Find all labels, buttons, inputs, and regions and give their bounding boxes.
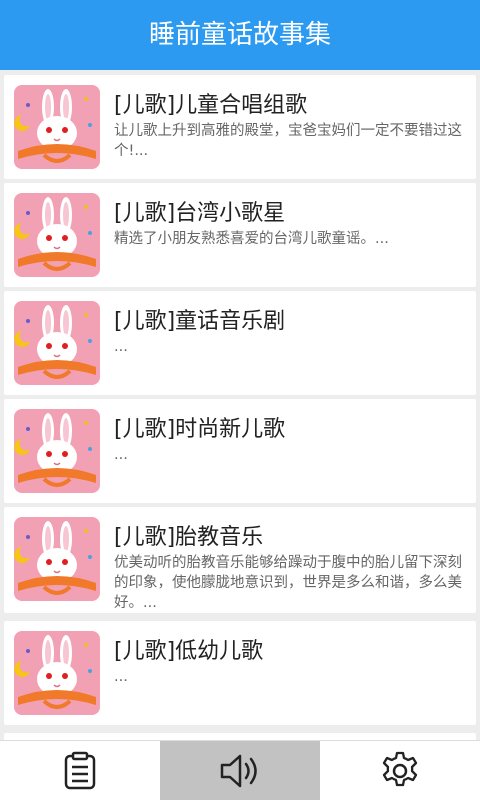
speaker-icon: [220, 754, 257, 788]
item-title: [儿歌]低幼儿歌: [114, 639, 264, 664]
page-title: 睡前童话故事集: [148, 20, 331, 50]
app-title-bar: 睡前童话故事集: [0, 0, 480, 70]
item-description: ...: [114, 669, 128, 685]
list-item[interactable]: [儿歌]低幼儿歌 ...: [4, 621, 476, 725]
bunny-thumbnail: [14, 631, 100, 715]
list-item[interactable]: [儿歌]台湾小歌星 精选了小朋友熟悉喜爱的台湾儿歌童谣。...: [4, 183, 476, 287]
tab-audio[interactable]: [160, 741, 320, 800]
bunny-book-icon: [14, 409, 100, 493]
bunny-book-icon: [14, 85, 100, 169]
bunny-book-icon: [14, 631, 100, 715]
item-description: 让儿歌上升到高雅的殿堂，宝爸宝妈们一定不要错过这个!...: [114, 123, 462, 159]
item-description: ...: [114, 447, 128, 463]
item-description: 优美动听的胎教音乐能够给躁动于腹中的胎儿留下深刻的印象，使他朦胧地意识到，世界是…: [114, 555, 462, 611]
bottom-tab-bar: [0, 740, 480, 800]
item-title: [儿歌]台湾小歌星: [114, 201, 286, 226]
item-description: 精选了小朋友熟悉喜爱的台湾儿歌童谣。...: [114, 231, 389, 247]
bunny-thumbnail: [14, 85, 100, 169]
list-item[interactable]: [儿歌]时尚新儿歌 ...: [4, 399, 476, 503]
bunny-thumbnail: [14, 517, 100, 601]
bunny-book-icon: [14, 517, 100, 601]
tab-list[interactable]: [0, 741, 160, 800]
story-list[interactable]: [儿歌]儿童合唱组歌 让儿歌上升到高雅的殿堂，宝爸宝妈们一定不要错过这个!...…: [0, 70, 480, 740]
bunny-thumbnail: [14, 193, 100, 277]
list-item[interactable]: [儿歌]儿童合唱组歌 让儿歌上升到高雅的殿堂，宝爸宝妈们一定不要错过这个!...: [4, 75, 476, 179]
bunny-book-icon: [14, 301, 100, 385]
item-title: [儿歌]胎教音乐: [114, 525, 264, 550]
bunny-book-icon: [14, 193, 100, 277]
bunny-thumbnail: [14, 301, 100, 385]
list-item[interactable]: [儿歌]童话音乐剧 ...: [4, 291, 476, 395]
bunny-thumbnail: [14, 409, 100, 493]
clipboard-icon: [64, 751, 96, 790]
item-title: [儿歌]时尚新儿歌: [114, 417, 286, 442]
list-item[interactable]: [4, 733, 476, 740]
item-title: [儿歌]儿童合唱组歌: [114, 93, 308, 118]
gear-icon: [382, 751, 418, 787]
list-item[interactable]: [儿歌]胎教音乐 优美动听的胎教音乐能够给躁动于腹中的胎儿留下深刻的印象，使他朦…: [4, 507, 476, 613]
item-description: ...: [114, 339, 128, 355]
item-title: [儿歌]童话音乐剧: [114, 309, 286, 334]
tab-settings[interactable]: [320, 741, 480, 800]
